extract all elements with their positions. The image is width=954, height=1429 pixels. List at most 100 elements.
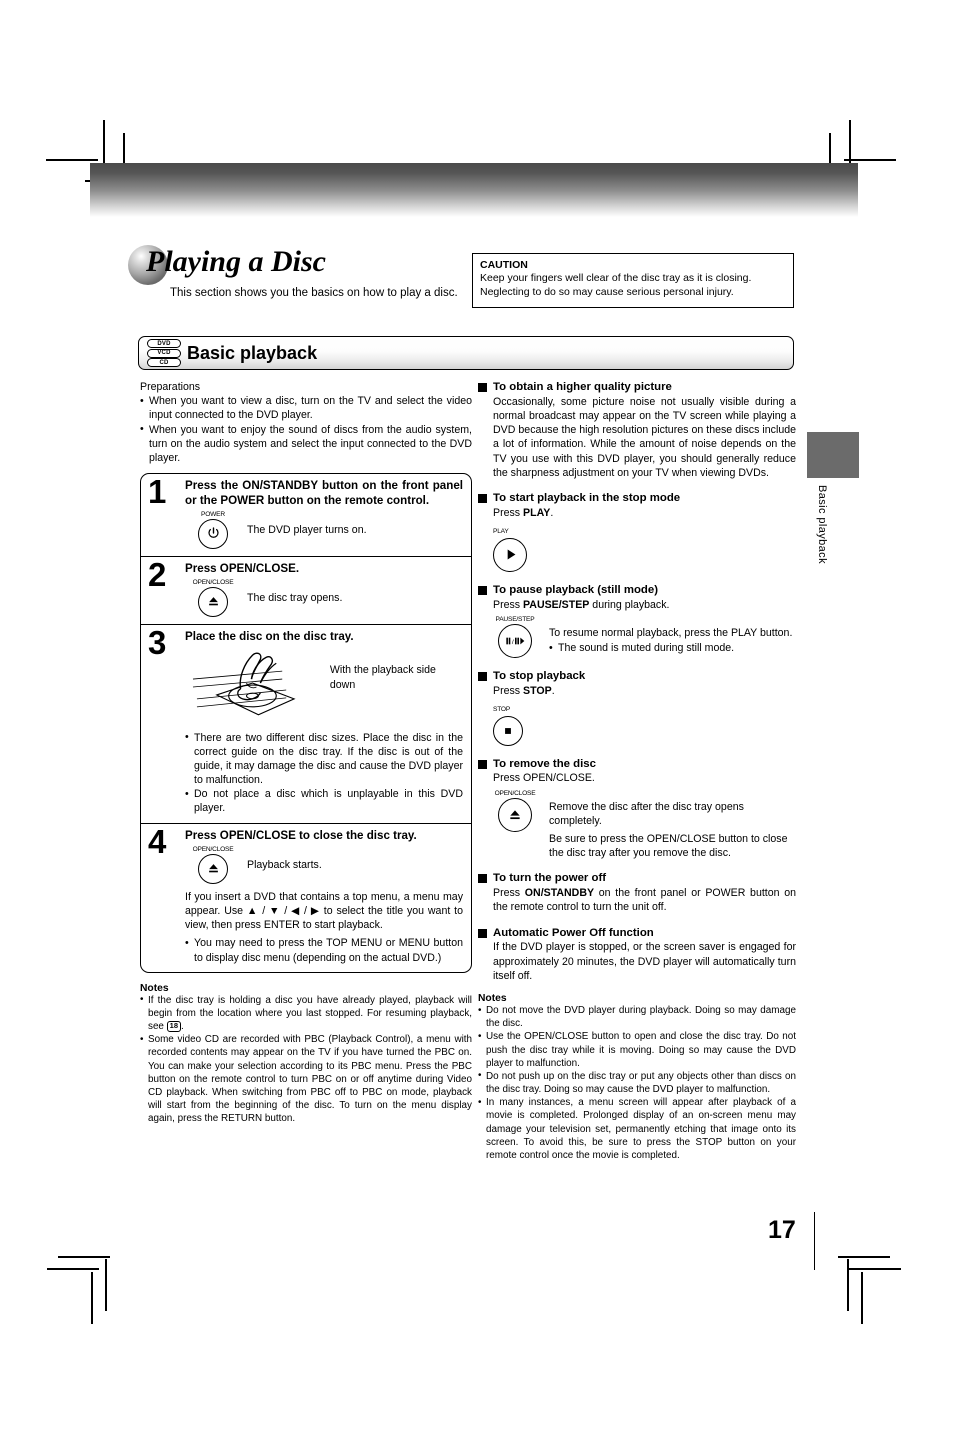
step-text: Playback starts.: [247, 858, 322, 871]
press-button-name: PAUSE/STEP: [523, 598, 590, 611]
step-1: 1 Press the ON/STANDBY button on the fro…: [141, 474, 471, 557]
section-banner: DVD VCD CD Basic playback: [138, 336, 794, 370]
remote-key-power: POWER: [185, 511, 241, 549]
page-reference-badge: 18: [166, 1021, 182, 1032]
caution-title: CAUTION: [480, 259, 528, 271]
pause-step-icon: /: [498, 623, 532, 658]
step-heading: Press OPEN/CLOSE.: [185, 561, 300, 575]
step-2: 2 Press OPEN/CLOSE. OPEN/CLOSE The disc …: [141, 557, 471, 625]
section-heading-pause: To pause playback (still mode): [478, 583, 796, 598]
key-label: STOP: [493, 705, 511, 713]
section-body-start-playback: Press PLAY.: [493, 506, 796, 520]
list-item: Use the OPEN/CLOSE button to open and cl…: [478, 1030, 796, 1070]
remote-key-play: PLAY: [493, 528, 549, 572]
power-icon: [198, 518, 228, 549]
crop-mark: [838, 1256, 890, 1258]
step-4: 4 Press OPEN/CLOSE to close the disc tra…: [141, 824, 471, 972]
eject-icon: [498, 797, 532, 832]
play-icon: [493, 537, 527, 572]
step-body: OPEN/CLOSE The disc tray opens.: [185, 579, 463, 617]
press-prefix: Press: [493, 506, 524, 519]
list-item: In many instances, a menu screen will ap…: [478, 1096, 796, 1162]
caution-line-2: Neglecting to do so may cause serious pe…: [480, 285, 734, 298]
section-body-quality: Occasionally, some picture noise not usu…: [493, 395, 796, 479]
svg-text:/: /: [512, 639, 514, 646]
step-heading: Press OPEN/CLOSE to close the disc tray.: [185, 828, 417, 842]
press-prefix: Press: [493, 598, 524, 611]
step-heading: Place the disc on the disc tray.: [185, 629, 354, 643]
step-text: The disc tray opens.: [247, 591, 343, 604]
remote-key-open-close: OPEN/CLOSE: [487, 790, 543, 832]
right-notes-list: Do not move the DVD player during playba…: [478, 1004, 796, 1162]
press-button-name: PLAY: [523, 506, 551, 519]
key-label: OPEN/CLOSE: [494, 789, 536, 797]
note-text: If the disc tray is holding a disc you h…: [148, 994, 472, 1033]
list-item: Do not push up on the disc tray or put a…: [478, 1069, 796, 1096]
step-body: OPEN/CLOSE Playback starts. If you inser…: [185, 846, 463, 965]
crop-mark: [861, 1272, 863, 1324]
remove-disc-text-1: Remove the disc after the disc tray open…: [549, 800, 744, 827]
crop-mark: [847, 1259, 849, 1311]
steps-box: 1 Press the ON/STANDBY button on the fro…: [140, 473, 472, 973]
list-item: The sound is muted during still mode.: [549, 640, 796, 655]
key-label: PLAY: [493, 527, 509, 535]
step-heading: Press the ON/STANDBY button on the front…: [185, 479, 463, 508]
disc-caption: With the playback side down: [329, 663, 436, 691]
key-label: OPEN/CLOSE: [192, 578, 234, 586]
side-tab-marker: [807, 432, 859, 478]
badge-vcd: VCD: [147, 348, 181, 358]
list-item: When you want to view a disc, turn on th…: [140, 394, 472, 422]
step-3: 3 Place the disc on the disc tray. With …: [141, 625, 471, 824]
crop-mark: [105, 1259, 107, 1311]
step-number: 2: [148, 555, 167, 593]
list-item: When you want to enjoy the sound of disc…: [140, 422, 472, 466]
step-paragraph: If you insert a DVD that contains a top …: [185, 890, 463, 932]
eject-icon: [198, 586, 228, 617]
remote-key-open-close: OPEN/CLOSE: [185, 846, 241, 884]
pause-resume-text: To resume normal playback, press the PLA…: [549, 626, 793, 639]
section-heading-power-off: To turn the power off: [478, 871, 796, 886]
crop-mark: [849, 1268, 901, 1270]
disc-tray-illustration: [192, 652, 296, 715]
key-label: PAUSE/STEP: [495, 615, 535, 623]
pause-notes: The sound is muted during still mode.: [549, 640, 796, 655]
press-suffix: during playback.: [589, 598, 670, 611]
caution-line-1: Keep your fingers well clear of the disc…: [480, 272, 752, 285]
section-body-auto-power-off: If the DVD player is stopped, or the scr…: [493, 941, 796, 982]
list-item: If the disc tray is holding a disc you h…: [140, 993, 472, 1034]
badge-dvd: DVD: [147, 339, 181, 348]
press-suffix: .: [551, 684, 555, 697]
side-tab-label: Basic playback: [816, 485, 828, 564]
stop-icon: [493, 715, 523, 746]
left-notes-title: Notes: [140, 982, 169, 994]
right-column: To obtain a higher quality picture Occas…: [478, 380, 796, 1162]
preparations-list: When you want to view a disc, turn on th…: [140, 394, 472, 465]
section-heading-start-playback: To start playback in the stop mode: [478, 491, 796, 506]
step-3-notes: There are two different disc sizes. Plac…: [185, 730, 463, 816]
section-body-stop: Press STOP.: [493, 684, 796, 698]
list-item: There are two different disc sizes. Plac…: [185, 730, 463, 788]
section-heading-auto-power-off: Automatic Power Off function: [478, 926, 796, 941]
step-body: POWER The DVD player turns on.: [185, 511, 463, 549]
list-item: Do not move the DVD player during playba…: [478, 1004, 796, 1030]
remove-disc-text-2: Be sure to press the OPEN/CLOSE button t…: [549, 833, 788, 860]
section-body-remove-disc: Press OPEN/CLOSE.: [493, 772, 595, 785]
step-number: 1: [148, 473, 167, 511]
crop-mark: [58, 1256, 110, 1258]
list-item: Do not place a disc which is unplayable …: [185, 787, 463, 815]
crop-mark: [91, 1272, 93, 1324]
press-suffix: .: [550, 506, 554, 519]
badge-cd: CD: [147, 358, 181, 367]
section-title: Basic playback: [187, 343, 318, 363]
step-number: 4: [148, 822, 167, 860]
step-text: The DVD player turns on.: [247, 523, 367, 536]
press-button-name: ON/STANDBY: [524, 887, 595, 900]
caution-box: CAUTION Keep your fingers well clear of …: [472, 253, 794, 308]
remote-key-pause-step: PAUSE/STEP /: [487, 616, 543, 658]
preparations-title: Preparations: [140, 381, 201, 393]
list-item: You may need to press the TOP MENU or ME…: [185, 936, 463, 964]
remote-key-open-close: OPEN/CLOSE: [185, 579, 241, 617]
page-number-rule: [814, 1212, 816, 1270]
press-prefix: Press: [493, 684, 524, 697]
key-label: OPEN/CLOSE: [192, 845, 234, 853]
